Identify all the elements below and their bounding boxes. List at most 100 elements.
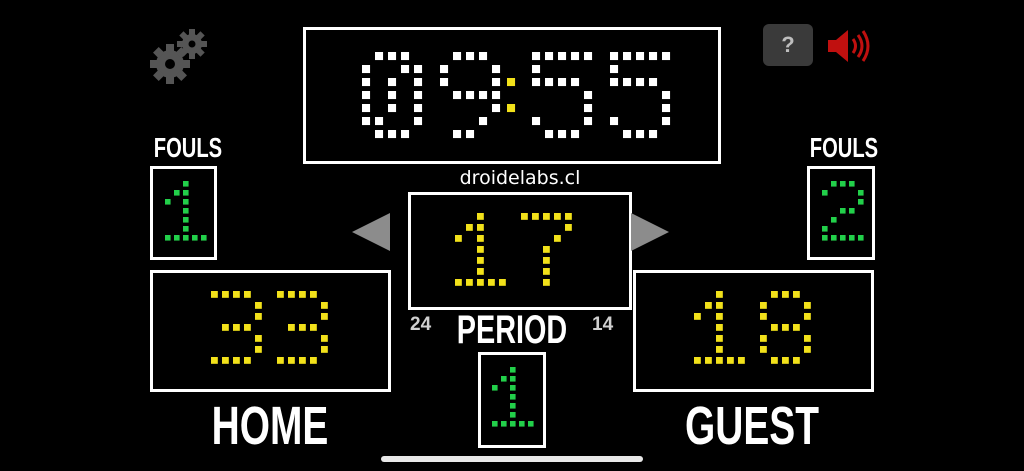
led-dot bbox=[388, 78, 397, 87]
led-dot bbox=[849, 235, 855, 241]
speaker-icon[interactable] bbox=[826, 28, 872, 64]
led-dot bbox=[299, 357, 306, 364]
led-dot bbox=[705, 357, 712, 364]
led-dot bbox=[662, 104, 671, 113]
led-dot bbox=[492, 65, 501, 74]
home-score-display bbox=[211, 291, 328, 364]
help-button-label: ? bbox=[781, 32, 795, 57]
led-dot bbox=[492, 104, 501, 113]
led-dot bbox=[771, 291, 778, 298]
led-dot bbox=[288, 357, 295, 364]
led-dot bbox=[174, 190, 180, 196]
shot-clock-reset-24[interactable]: 24 bbox=[410, 314, 431, 336]
led-dot bbox=[858, 199, 864, 205]
triangle-right-icon[interactable] bbox=[631, 213, 669, 251]
home-fouls[interactable] bbox=[150, 166, 217, 260]
led-dot bbox=[545, 52, 554, 61]
led-dot bbox=[466, 279, 473, 286]
led-dot bbox=[840, 181, 846, 187]
led-dot bbox=[455, 279, 462, 286]
led-dot bbox=[716, 346, 723, 353]
led-dot bbox=[401, 52, 410, 61]
led-dot bbox=[477, 213, 484, 220]
led-dot bbox=[584, 104, 593, 113]
led-dot bbox=[414, 91, 423, 100]
led-dot bbox=[288, 324, 295, 331]
game-clock[interactable] bbox=[303, 27, 721, 164]
home-label: HOME bbox=[211, 396, 329, 456]
led-dot bbox=[558, 130, 567, 139]
period-display bbox=[492, 367, 534, 427]
led-dot bbox=[584, 91, 593, 100]
led-dot bbox=[760, 313, 767, 320]
led-dot bbox=[623, 78, 632, 87]
led-dot bbox=[453, 52, 462, 61]
led-dot bbox=[492, 421, 498, 427]
led-dot bbox=[849, 181, 855, 187]
led-dot bbox=[528, 421, 534, 427]
led-dot bbox=[362, 65, 371, 74]
led-dot bbox=[831, 181, 837, 187]
led-dot bbox=[299, 291, 306, 298]
led-dot bbox=[440, 78, 449, 87]
help-button[interactable]: ? bbox=[763, 24, 813, 66]
led-dot bbox=[705, 302, 712, 309]
led-dot bbox=[610, 65, 619, 74]
led-dot bbox=[222, 291, 229, 298]
led-dot bbox=[584, 117, 593, 126]
led-dot bbox=[771, 324, 778, 331]
led-dot bbox=[716, 302, 723, 309]
shot-clock-reset-14[interactable]: 14 bbox=[592, 314, 613, 336]
led-dot bbox=[299, 324, 306, 331]
led-dot bbox=[183, 208, 189, 214]
led-dot bbox=[822, 226, 828, 232]
guest-score[interactable] bbox=[633, 270, 874, 392]
led-dot bbox=[738, 357, 745, 364]
home-indicator[interactable] bbox=[381, 456, 643, 462]
watermark-text: droidelabs.cl bbox=[459, 167, 581, 189]
led-dot bbox=[183, 226, 189, 232]
home-score-value bbox=[211, 291, 328, 364]
led-dot bbox=[571, 130, 580, 139]
led-dot bbox=[477, 224, 484, 231]
led-dot bbox=[510, 421, 516, 427]
led-dot bbox=[649, 52, 658, 61]
led-dot bbox=[662, 117, 671, 126]
led-dot bbox=[233, 324, 240, 331]
led-dot bbox=[466, 130, 475, 139]
led-dot bbox=[532, 117, 541, 126]
shot-clock-value bbox=[455, 213, 572, 286]
home-score[interactable] bbox=[150, 270, 391, 392]
led-dot bbox=[543, 213, 550, 220]
led-dot bbox=[804, 346, 811, 353]
led-dot bbox=[255, 313, 262, 320]
led-dot bbox=[401, 65, 410, 74]
led-dot bbox=[222, 357, 229, 364]
led-dot bbox=[554, 235, 561, 242]
led-dot bbox=[201, 235, 207, 241]
guest-fouls-value bbox=[822, 181, 864, 241]
led-dot bbox=[840, 235, 846, 241]
shot-clock[interactable] bbox=[408, 192, 632, 310]
led-dot bbox=[760, 302, 767, 309]
led-dot bbox=[414, 78, 423, 87]
led-dot bbox=[521, 213, 528, 220]
led-dot bbox=[510, 367, 516, 373]
led-dot bbox=[694, 313, 701, 320]
period[interactable] bbox=[478, 352, 546, 448]
guest-fouls-display bbox=[822, 181, 864, 241]
led-dot bbox=[211, 357, 218, 364]
triangle-left-icon[interactable] bbox=[352, 213, 390, 251]
led-dot bbox=[584, 52, 593, 61]
led-dot bbox=[321, 302, 328, 309]
led-dot bbox=[543, 268, 550, 275]
led-dot bbox=[510, 385, 516, 391]
guest-fouls[interactable] bbox=[807, 166, 875, 260]
led-dot bbox=[831, 235, 837, 241]
led-dot bbox=[165, 235, 171, 241]
led-dot bbox=[388, 52, 397, 61]
led-dot bbox=[565, 224, 572, 231]
gears-icon[interactable] bbox=[150, 28, 212, 86]
led-dot bbox=[510, 394, 516, 400]
led-dot bbox=[532, 52, 541, 61]
